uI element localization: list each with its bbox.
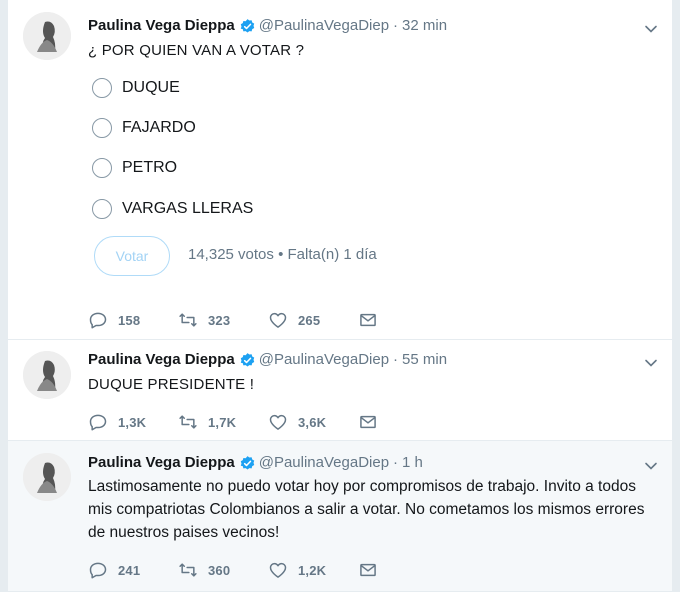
time-remaining: Falta(n) 1 día bbox=[287, 246, 377, 263]
verified-badge-icon bbox=[240, 18, 254, 33]
chevron-down-icon[interactable] bbox=[644, 22, 658, 36]
reply-icon bbox=[89, 312, 107, 329]
dm-button[interactable] bbox=[358, 412, 448, 432]
heart-icon bbox=[269, 414, 287, 430]
poll-option[interactable]: PETRO bbox=[92, 158, 177, 178]
timestamp[interactable]: 32 min bbox=[402, 16, 447, 36]
tweet[interactable]: Paulina Vega Dieppa @PaulinaVegaDiep · 3… bbox=[8, 0, 672, 340]
radio-button[interactable] bbox=[92, 78, 112, 98]
envelope-icon bbox=[360, 563, 376, 577]
reply-button[interactable]: 241 bbox=[88, 560, 178, 580]
poll-option[interactable]: DUQUE bbox=[92, 78, 180, 98]
tweet-text: Lastimosamente no puedo votar hoy por co… bbox=[88, 478, 645, 541]
poll-meta: 14,325 votos • Falta(n) 1 día bbox=[188, 246, 377, 263]
poll-option-label: VARGAS LLERAS bbox=[122, 200, 254, 217]
timestamp[interactable]: 1 h bbox=[402, 453, 423, 473]
display-name[interactable]: Paulina Vega Dieppa bbox=[88, 16, 235, 36]
chevron-down-icon[interactable] bbox=[644, 356, 658, 370]
radio-button[interactable] bbox=[92, 158, 112, 178]
retweet-button[interactable]: 323 bbox=[178, 310, 268, 330]
reply-icon bbox=[89, 562, 107, 579]
dm-button[interactable] bbox=[358, 560, 448, 580]
vote-count: 14,325 votos bbox=[188, 246, 274, 263]
username[interactable]: @PaulinaVegaDiep bbox=[259, 350, 389, 370]
retweet-count: 360 bbox=[208, 562, 231, 578]
envelope-icon bbox=[360, 313, 376, 327]
retweet-icon bbox=[179, 563, 197, 577]
separator: · bbox=[393, 17, 399, 34]
heart-icon bbox=[269, 312, 287, 328]
retweet-count: 323 bbox=[208, 312, 231, 328]
retweet-button[interactable]: 360 bbox=[178, 560, 268, 580]
dm-button[interactable] bbox=[358, 310, 448, 330]
tweet-header: Paulina Vega Dieppa @PaulinaVegaDiep · 1… bbox=[88, 453, 423, 473]
avatar[interactable] bbox=[23, 351, 71, 399]
tweet[interactable]: Paulina Vega Dieppa @PaulinaVegaDiep · 1… bbox=[8, 441, 672, 592]
poll-option-label: DUQUE bbox=[122, 79, 180, 96]
avatar[interactable] bbox=[23, 12, 71, 60]
poll-option[interactable]: VARGAS LLERAS bbox=[92, 199, 253, 219]
retweet-icon bbox=[179, 415, 197, 429]
radio-button[interactable] bbox=[92, 118, 112, 138]
tweet-actions: 241 360 1,2K bbox=[88, 560, 448, 580]
tweet-header: Paulina Vega Dieppa @PaulinaVegaDiep · 5… bbox=[88, 350, 447, 370]
poll-option-label: FAJARDO bbox=[122, 119, 196, 136]
verified-badge-icon bbox=[240, 352, 254, 367]
avatar[interactable] bbox=[23, 453, 71, 501]
reply-count: 158 bbox=[118, 312, 141, 328]
retweet-count: 1,7K bbox=[208, 414, 237, 430]
like-count: 1,2K bbox=[298, 562, 327, 578]
separator: · bbox=[393, 454, 399, 471]
tweet-text: ¿ POR QUIEN VAN A VOTAR ? bbox=[88, 42, 305, 59]
username[interactable]: @PaulinaVegaDiep bbox=[259, 16, 389, 36]
display-name[interactable]: Paulina Vega Dieppa bbox=[88, 350, 235, 370]
reply-count: 241 bbox=[118, 562, 141, 578]
reply-button[interactable]: 158 bbox=[88, 310, 178, 330]
username[interactable]: @PaulinaVegaDiep bbox=[259, 453, 389, 473]
timestamp[interactable]: 55 min bbox=[402, 350, 447, 370]
chevron-down-icon[interactable] bbox=[644, 459, 658, 473]
like-button[interactable]: 3,6K bbox=[268, 412, 358, 432]
tweet-header: Paulina Vega Dieppa @PaulinaVegaDiep · 3… bbox=[88, 16, 447, 36]
vote-button[interactable]: Votar bbox=[94, 236, 170, 276]
tweet-actions: 1,3K 1,7K 3,6K bbox=[88, 412, 448, 432]
verified-badge-icon bbox=[240, 455, 254, 470]
envelope-icon bbox=[360, 415, 376, 429]
heart-icon bbox=[269, 562, 287, 578]
like-count: 265 bbox=[298, 312, 321, 328]
poll-option[interactable]: FAJARDO bbox=[92, 118, 196, 138]
like-button[interactable]: 1,2K bbox=[268, 560, 358, 580]
radio-button[interactable] bbox=[92, 199, 112, 219]
tweet-actions: 158 323 265 bbox=[88, 310, 448, 330]
tweet[interactable]: Paulina Vega Dieppa @PaulinaVegaDiep · 5… bbox=[8, 340, 672, 441]
tweet-text: DUQUE PRESIDENTE ! bbox=[88, 376, 255, 393]
separator: • bbox=[278, 246, 284, 263]
reply-count: 1,3K bbox=[118, 414, 147, 430]
like-count: 3,6K bbox=[298, 414, 327, 430]
poll-option-label: PETRO bbox=[122, 159, 178, 176]
reply-button[interactable]: 1,3K bbox=[88, 412, 178, 432]
display-name[interactable]: Paulina Vega Dieppa bbox=[88, 453, 235, 473]
retweet-button[interactable]: 1,7K bbox=[178, 412, 268, 432]
like-button[interactable]: 265 bbox=[268, 310, 358, 330]
separator: · bbox=[393, 351, 399, 368]
retweet-icon bbox=[179, 313, 197, 327]
reply-icon bbox=[89, 414, 107, 431]
timeline: Paulina Vega Dieppa @PaulinaVegaDiep · 3… bbox=[8, 0, 672, 592]
